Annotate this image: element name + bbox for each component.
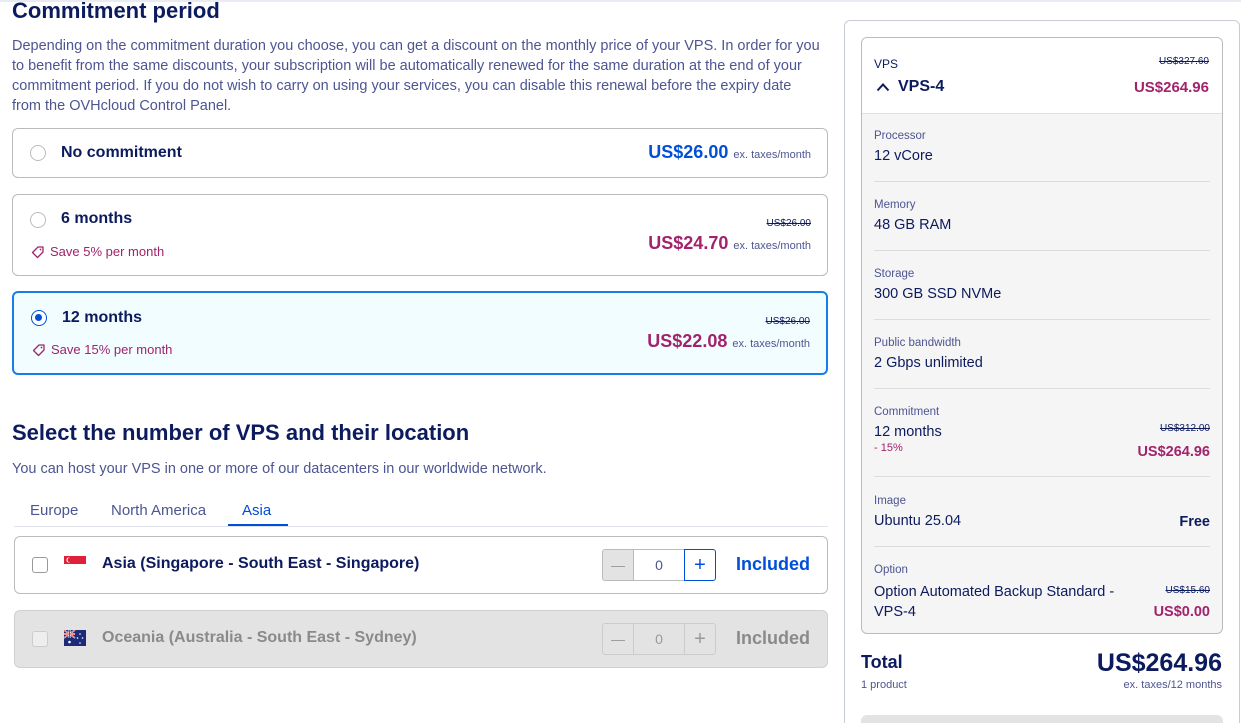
savings-text: Save 5% per month (50, 244, 165, 259)
decrement-button[interactable]: — (602, 549, 634, 581)
commitment-original-price: US$312.00 (1159, 423, 1210, 434)
spec-label: Option (874, 564, 908, 576)
total-product-count: 1 product (861, 679, 907, 691)
spec-value: Ubuntu 25.04 (874, 513, 962, 529)
product-price: US$264.96 (1133, 79, 1209, 96)
location-row-singapore: Asia (Singapore - South East - Singapore… (14, 536, 828, 594)
option-label: No commitment (61, 144, 182, 161)
divider (874, 181, 1210, 182)
commitment-option-12-months[interactable]: 12 months Save 15% per month US$26.00 US… (12, 291, 828, 375)
divider (874, 546, 1210, 547)
commitment-option-none[interactable]: No commitment US$26.00 ex. taxes/month (12, 128, 828, 178)
increment-button: + (684, 623, 716, 655)
savings-badge: Save 5% per month (31, 244, 164, 259)
option-price: US$22.08 (647, 331, 728, 351)
tag-icon (31, 245, 44, 258)
tab-europe[interactable]: Europe (30, 502, 78, 519)
tab-asia[interactable]: Asia (242, 502, 271, 519)
radio-button[interactable] (30, 145, 46, 161)
product-original-price: US$327.60 (1158, 56, 1209, 67)
option-label: 6 months (61, 210, 133, 227)
commitment-price: US$264.96 (1137, 444, 1210, 460)
location-row-sydney: Oceania (Australia - South East - Sydney… (14, 610, 828, 668)
spec-value: 12 vCore (874, 148, 933, 164)
product-header[interactable]: VPS VPS-4 US$327.60 US$264.96 (862, 38, 1222, 114)
quantity-stepper: — 0 + (602, 623, 716, 655)
quantity-input[interactable]: 0 (634, 549, 684, 581)
region-tabs: Europe North America Asia (14, 498, 828, 527)
original-price: US$26.00 (766, 218, 811, 229)
quantity-input: 0 (634, 623, 684, 655)
spec-bandwidth: Public bandwidth 2 Gbps unlimited (874, 337, 1210, 371)
product-name: VPS-4 (898, 78, 945, 95)
commitment-option-6-months[interactable]: 6 months Save 5% per month US$26.00 US$2… (12, 194, 828, 276)
radio-button[interactable] (30, 212, 46, 228)
location-title: Select the number of VPS and their locat… (12, 420, 470, 445)
summary-commitment: Commitment 12 months - 15% US$312.00 US$… (874, 406, 1210, 466)
quantity-stepper: — 0 + (602, 549, 716, 581)
original-price: US$26.00 (765, 316, 810, 327)
summary-image: Image Ubuntu 25.04 Free (874, 495, 1210, 530)
savings-text: Save 15% per month (51, 342, 173, 357)
active-tab-indicator (228, 524, 288, 526)
total-label: Total (861, 652, 903, 672)
spec-storage: Storage 300 GB SSD NVMe (874, 268, 1210, 302)
location-checkbox (32, 631, 48, 647)
divider (874, 388, 1210, 389)
australia-flag-icon (64, 630, 86, 646)
divider (874, 319, 1210, 320)
option-label: 12 months (62, 309, 143, 326)
price-unit: ex. taxes/month (733, 240, 811, 252)
divider (874, 250, 1210, 251)
option-price: US$0.00 (1153, 604, 1210, 620)
location-label: Asia (Singapore - South East - Singapore… (102, 555, 420, 572)
price-unit: ex. taxes/month (732, 338, 810, 350)
option-original-price: US$15.60 (1165, 585, 1210, 596)
spec-label: Image (874, 495, 906, 507)
image-price: Free (1179, 514, 1210, 530)
spec-label: Commitment (874, 406, 940, 418)
option-price: US$24.70 (648, 233, 729, 253)
increment-button[interactable]: + (684, 549, 716, 581)
included-label: Included (735, 554, 810, 574)
total-price-unit: ex. taxes/12 months (1123, 679, 1222, 691)
option-price: US$26.00 (648, 142, 729, 162)
option-name-line1: Option Automated Backup Standard - (874, 584, 1115, 600)
total-price: US$264.96 (1096, 649, 1222, 677)
product-summary-card: VPS VPS-4 US$327.60 US$264.96 Processor … (861, 37, 1223, 634)
decrement-button: — (602, 623, 634, 655)
commitment-description: Depending on the commitment duration you… (12, 38, 820, 114)
spec-value: 300 GB SSD NVMe (874, 286, 1002, 302)
location-label: Oceania (Australia - South East - Sydney… (102, 629, 417, 646)
spec-label: Storage (874, 268, 915, 280)
continue-button[interactable] (861, 715, 1223, 723)
divider (874, 476, 1210, 477)
product-name-toggle[interactable]: VPS-4 (876, 78, 944, 96)
included-label: Included (735, 628, 810, 648)
spec-label: Processor (874, 130, 926, 142)
singapore-flag-icon (64, 556, 86, 572)
spec-label: Public bandwidth (874, 337, 961, 349)
spec-processor: Processor 12 vCore (874, 130, 1210, 164)
spec-label: Memory (874, 199, 916, 211)
summary-option: Option Option Automated Backup Standard … (874, 564, 1210, 622)
price-unit: ex. taxes/month (733, 149, 811, 161)
radio-button-selected[interactable] (31, 310, 47, 326)
chevron-up-icon (876, 83, 890, 92)
location-subtitle: You can host your VPS in one or more of … (12, 461, 547, 477)
spec-value: 48 GB RAM (874, 217, 952, 233)
tab-north-america[interactable]: North America (111, 502, 206, 519)
savings-badge: Save 15% per month (32, 342, 172, 357)
tag-icon (32, 343, 45, 356)
spec-value: 2 Gbps unlimited (874, 355, 983, 371)
spec-memory: Memory 48 GB RAM (874, 199, 1210, 233)
commitment-title: Commitment period (12, 0, 220, 23)
location-checkbox[interactable] (32, 557, 48, 573)
product-type: VPS (874, 57, 899, 71)
order-summary: VPS VPS-4 US$327.60 US$264.96 Processor … (844, 20, 1240, 723)
